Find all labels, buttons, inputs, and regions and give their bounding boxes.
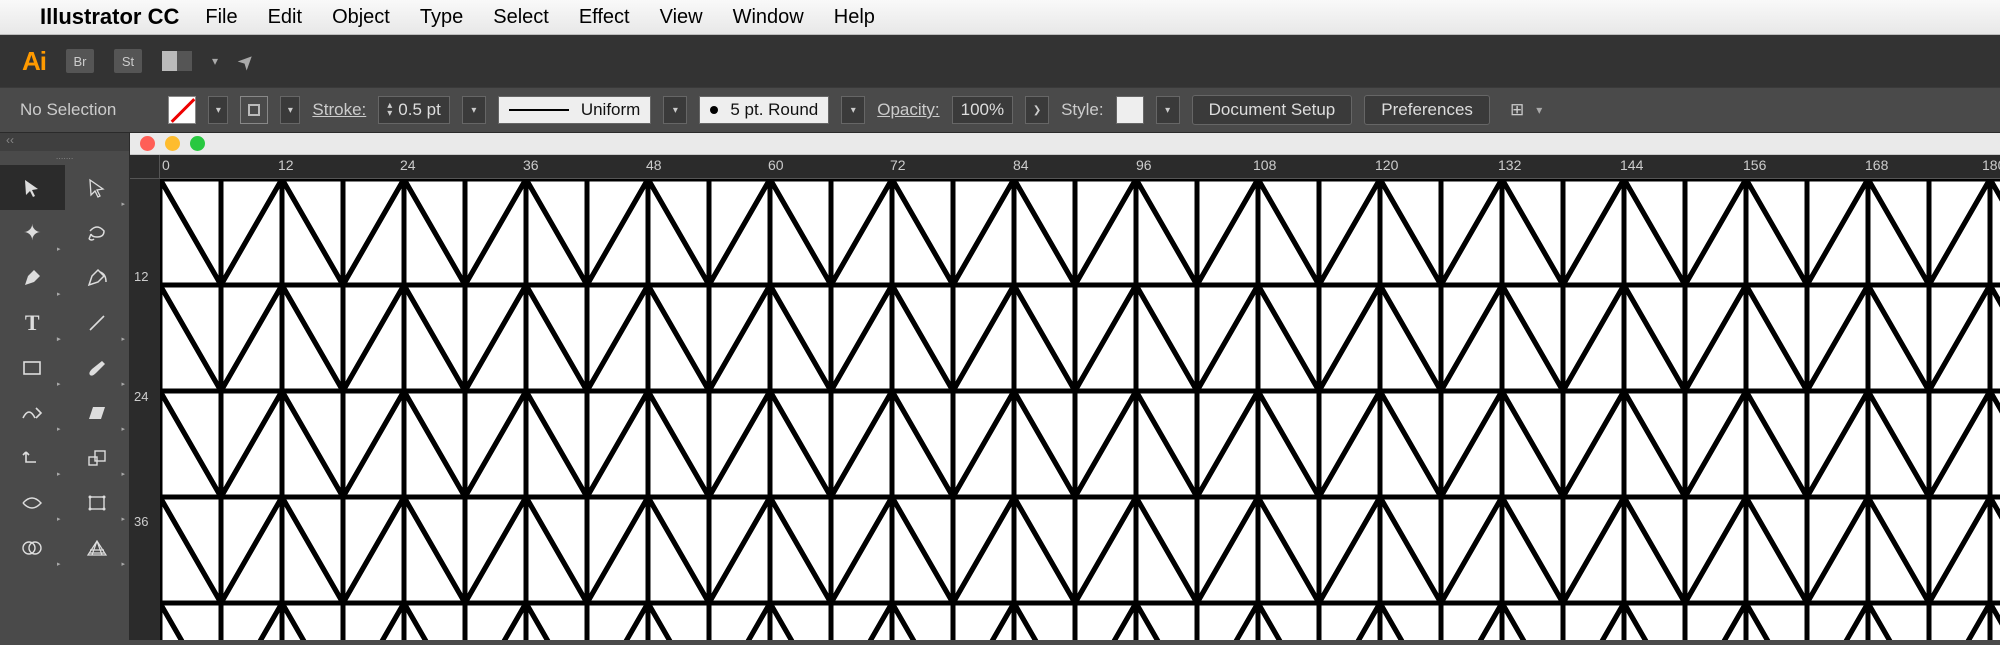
stock-badge[interactable]: St — [114, 49, 142, 73]
brush-dot-icon — [710, 106, 718, 114]
ruler-tick: 24 — [134, 389, 148, 404]
artboard[interactable] — [160, 179, 2000, 640]
variable-width-profile[interactable]: Uniform — [498, 96, 652, 124]
ruler-tick: 108 — [1253, 157, 1276, 173]
fill-dropdown[interactable]: ▾ — [208, 96, 228, 124]
menu-select[interactable]: Select — [493, 6, 549, 29]
app-topbar: Ai Br St ▾ ➤ — [0, 35, 2000, 87]
close-window-button[interactable] — [140, 136, 155, 151]
direct-selection-tool[interactable]: ▸ — [65, 165, 130, 210]
rotate-tool[interactable]: ▸ — [0, 435, 65, 480]
menu-type[interactable]: Type — [420, 6, 463, 29]
triangular-grid-artwork — [160, 179, 2000, 640]
stroke-label[interactable]: Stroke: — [312, 100, 366, 120]
menu-effect[interactable]: Effect — [579, 6, 630, 29]
stepper-icon[interactable]: ▴▾ — [387, 102, 392, 118]
rectangle-tool[interactable]: ▸ — [0, 345, 65, 390]
stroke-dropdown[interactable]: ▾ — [280, 96, 300, 124]
app-name[interactable]: Illustrator CC — [40, 4, 179, 30]
ruler-tick: 132 — [1498, 157, 1521, 173]
horizontal-ruler[interactable]: 0 12 24 36 48 60 72 84 96 108 120 132 14… — [160, 155, 2000, 179]
arrange-documents-button[interactable] — [162, 51, 192, 71]
line-segment-tool[interactable]: ▸ — [65, 300, 130, 345]
ruler-origin[interactable] — [130, 155, 160, 179]
tools-panel: ‹‹ ∙∙∙∙∙∙∙ ▸ ✦▸ ▸ T▸ ▸ ▸ ▸ ▸ ▸ ▸ ▸ ▸ ▸ ▸… — [0, 133, 130, 640]
ruler-tick: 168 — [1865, 157, 1888, 173]
fill-swatch[interactable] — [168, 96, 196, 124]
menu-edit[interactable]: Edit — [268, 6, 302, 29]
paintbrush-tool[interactable]: ▸ — [65, 345, 130, 390]
ruler-tick: 84 — [1013, 157, 1029, 173]
ruler-tick: 12 — [278, 157, 294, 173]
curvature-tool[interactable] — [65, 255, 130, 300]
chevron-down-icon[interactable]: ▾ — [212, 54, 218, 68]
ruler-tick: 72 — [890, 157, 906, 173]
illustrator-logo-icon: Ai — [22, 46, 46, 77]
bridge-badge[interactable]: Br — [66, 49, 94, 73]
opacity-label[interactable]: Opacity: — [877, 100, 939, 120]
selection-status: No Selection — [20, 100, 116, 120]
ruler-tick: 36 — [134, 514, 148, 529]
pen-tool[interactable]: ▸ — [0, 255, 65, 300]
graphic-style-swatch[interactable] — [1116, 96, 1144, 124]
style-label: Style: — [1061, 100, 1104, 120]
ruler-tick: 180 — [1982, 157, 2000, 173]
shape-builder-tool[interactable]: ▸ — [0, 525, 65, 570]
menu-view[interactable]: View — [660, 6, 703, 29]
panel-collapse-handle[interactable]: ‹‹ — [0, 133, 129, 151]
shaper-tool[interactable]: ▸ — [0, 390, 65, 435]
ruler-tick: 144 — [1620, 157, 1643, 173]
type-tool[interactable]: T▸ — [0, 300, 65, 345]
zoom-window-button[interactable] — [190, 136, 205, 151]
macos-menubar: Illustrator CC File Edit Object Type Sel… — [0, 0, 2000, 35]
align-to-icon[interactable]: ⊞ — [1510, 100, 1524, 120]
menu-file[interactable]: File — [205, 6, 237, 29]
ruler-tick: 156 — [1743, 157, 1766, 173]
ruler-tick: 48 — [646, 157, 662, 173]
minimize-window-button[interactable] — [165, 136, 180, 151]
document-window: 0 12 24 36 48 60 72 84 96 108 120 132 14… — [130, 133, 2000, 640]
profile-label: Uniform — [581, 100, 641, 120]
ruler-tick: 60 — [768, 157, 784, 173]
opacity-field[interactable]: 100% — [952, 96, 1013, 124]
menu-help[interactable]: Help — [834, 6, 875, 29]
opacity-dropdown[interactable]: ❯ — [1025, 96, 1049, 124]
style-dropdown[interactable]: ▾ — [1156, 96, 1180, 124]
stroke-weight-dropdown[interactable]: ▾ — [462, 96, 486, 124]
profile-dropdown[interactable]: ▾ — [663, 96, 687, 124]
ruler-tick: 96 — [1136, 157, 1152, 173]
opacity-value: 100% — [961, 100, 1004, 120]
control-bar: No Selection ▾ ▾ Stroke: ▴▾ 0.5 pt ▾ Uni… — [0, 87, 2000, 133]
menu-window[interactable]: Window — [733, 6, 804, 29]
brush-label: 5 pt. Round — [730, 100, 818, 120]
window-titlebar — [130, 133, 2000, 155]
perspective-grid-tool[interactable]: ▸ — [65, 525, 130, 570]
gpu-rocket-icon[interactable]: ➤ — [232, 46, 262, 76]
workspace: ‹‹ ∙∙∙∙∙∙∙ ▸ ✦▸ ▸ T▸ ▸ ▸ ▸ ▸ ▸ ▸ ▸ ▸ ▸ ▸… — [0, 133, 2000, 640]
scale-tool[interactable]: ▸ — [65, 435, 130, 480]
ruler-tick: 36 — [523, 157, 539, 173]
panel-grip-icon[interactable]: ∙∙∙∙∙∙∙ — [0, 151, 129, 165]
preferences-button[interactable]: Preferences — [1364, 95, 1490, 125]
stroke-swatch[interactable] — [240, 96, 268, 124]
magic-wand-tool[interactable]: ✦▸ — [0, 210, 65, 255]
ruler-tick: 120 — [1375, 157, 1398, 173]
ruler-tick: 0 — [162, 157, 170, 173]
document-setup-button[interactable]: Document Setup — [1192, 95, 1353, 125]
vertical-ruler[interactable]: 12 24 36 — [130, 179, 160, 640]
width-tool[interactable]: ▸ — [0, 480, 65, 525]
free-transform-tool[interactable]: ▸ — [65, 480, 130, 525]
brush-dropdown[interactable]: ▾ — [841, 96, 865, 124]
chevron-down-icon[interactable]: ▾ — [1536, 103, 1542, 117]
selection-tool[interactable] — [0, 165, 65, 210]
brush-definition[interactable]: 5 pt. Round — [699, 96, 829, 124]
stroke-weight-field[interactable]: ▴▾ 0.5 pt — [378, 96, 450, 124]
ruler-tick: 12 — [134, 269, 148, 284]
eraser-tool[interactable]: ▸ — [65, 390, 130, 435]
lasso-tool[interactable] — [65, 210, 130, 255]
profile-line-icon — [509, 109, 569, 111]
ruler-tick: 24 — [400, 157, 416, 173]
menu-object[interactable]: Object — [332, 6, 390, 29]
stroke-weight-value: 0.5 pt — [398, 100, 441, 120]
